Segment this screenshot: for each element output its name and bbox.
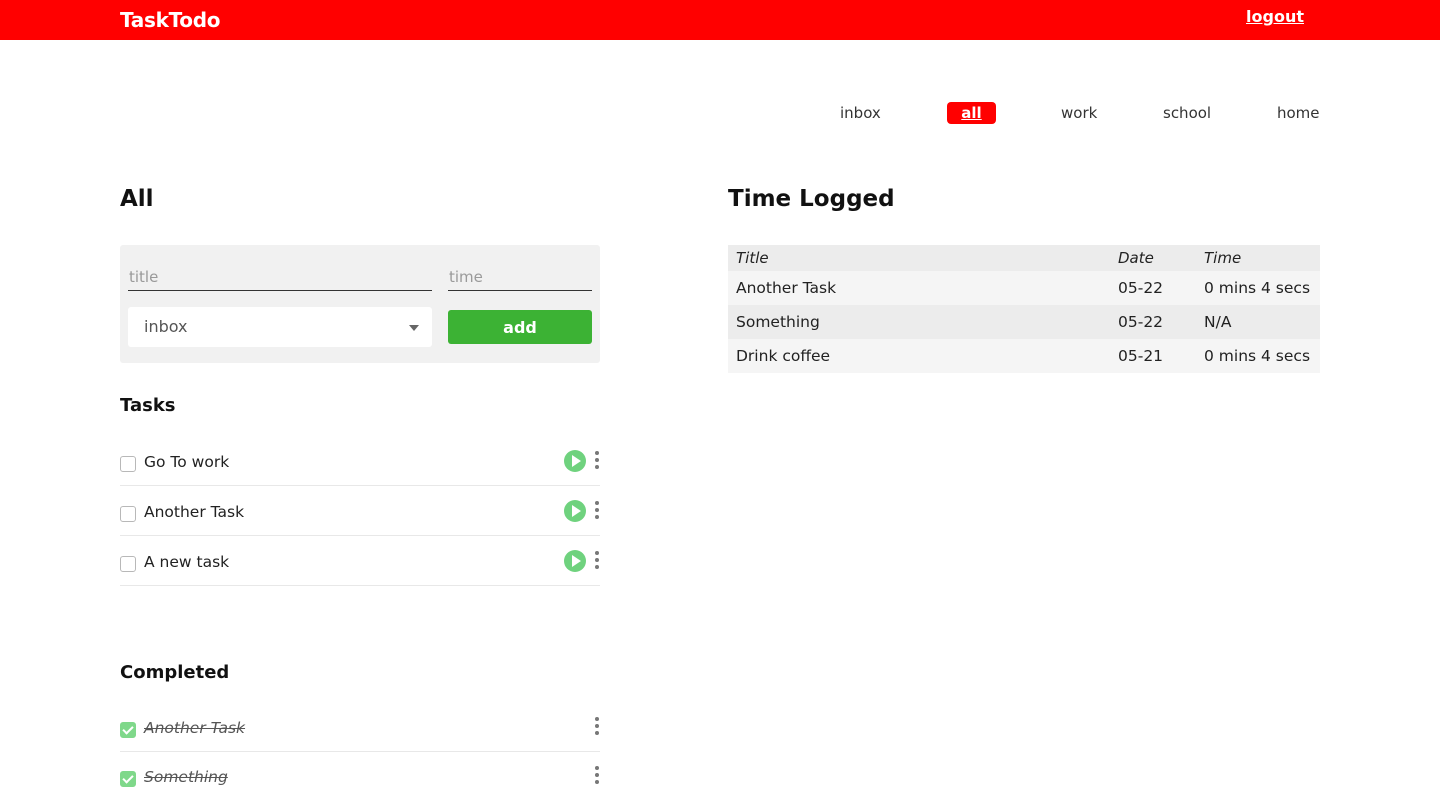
task-row: Go To work xyxy=(120,436,600,486)
more-vertical-icon[interactable] xyxy=(592,717,602,737)
cell-date: 05-22 xyxy=(1110,305,1196,339)
table-row: Drink coffee 05-21 0 mins 4 secs xyxy=(728,339,1320,373)
more-vertical-icon[interactable] xyxy=(592,501,602,521)
time-log-table: Title Date Time Another Task 05-22 0 min… xyxy=(728,245,1320,373)
table-row: Another Task 05-22 0 mins 4 secs xyxy=(728,271,1320,305)
completed-row: Another Task xyxy=(120,702,600,752)
category-school[interactable]: school xyxy=(1163,102,1211,124)
column-header-time: Time xyxy=(1196,245,1320,271)
task-checkbox[interactable] xyxy=(120,456,136,472)
cell-time: 0 mins 4 secs xyxy=(1196,271,1320,305)
table-row: Something 05-22 N/A xyxy=(728,305,1320,339)
play-icon[interactable] xyxy=(564,500,586,522)
cell-date: 05-21 xyxy=(1110,339,1196,373)
category-work[interactable]: work xyxy=(1061,102,1097,124)
task-checkbox[interactable] xyxy=(120,556,136,572)
task-label: A new task xyxy=(144,553,230,571)
task-label: Go To work xyxy=(144,453,230,471)
play-icon[interactable] xyxy=(564,550,586,572)
time-input[interactable] xyxy=(448,263,592,291)
brand-logo[interactable]: TaskTodo xyxy=(120,8,220,32)
task-row: Another Task xyxy=(120,486,600,536)
table-header-row: Title Date Time xyxy=(728,245,1320,271)
task-label: Another Task xyxy=(144,503,245,521)
tasks-heading: Tasks xyxy=(120,395,176,416)
column-header-date: Date xyxy=(1110,245,1196,271)
cell-title: Something xyxy=(728,305,1110,339)
play-icon[interactable] xyxy=(564,450,586,472)
completed-task-label: Something xyxy=(144,768,228,786)
more-vertical-icon[interactable] xyxy=(592,766,602,786)
completed-task-label: Another Task xyxy=(144,719,246,737)
title-input[interactable] xyxy=(128,263,432,291)
more-vertical-icon[interactable] xyxy=(592,451,602,471)
category-home[interactable]: home xyxy=(1277,102,1320,124)
chevron-down-icon xyxy=(409,325,419,331)
more-vertical-icon[interactable] xyxy=(592,551,602,571)
cell-title: Another Task xyxy=(728,271,1110,305)
category-nav: inbox all work school home xyxy=(0,102,1440,126)
category-inbox[interactable]: inbox xyxy=(840,102,881,124)
page-title: All xyxy=(120,186,154,212)
task-row: A new task xyxy=(120,536,600,586)
logout-link[interactable]: logout xyxy=(1246,7,1304,26)
category-all[interactable]: all xyxy=(947,102,996,124)
cell-title: Drink coffee xyxy=(728,339,1110,373)
check-icon[interactable] xyxy=(120,722,136,738)
task-checkbox[interactable] xyxy=(120,506,136,522)
top-bar: TaskTodo logout xyxy=(0,0,1440,40)
category-select-value: inbox xyxy=(144,317,188,336)
completed-row: Something xyxy=(120,751,600,787)
time-logged-title: Time Logged xyxy=(728,186,895,212)
completed-heading: Completed xyxy=(120,662,230,683)
cell-time: 0 mins 4 secs xyxy=(1196,339,1320,373)
add-task-form: inbox add xyxy=(120,245,600,363)
add-button[interactable]: add xyxy=(448,310,592,344)
check-icon[interactable] xyxy=(120,771,136,787)
cell-time: N/A xyxy=(1196,305,1320,339)
cell-date: 05-22 xyxy=(1110,271,1196,305)
category-select[interactable]: inbox xyxy=(128,307,432,347)
column-header-title: Title xyxy=(728,245,1110,271)
